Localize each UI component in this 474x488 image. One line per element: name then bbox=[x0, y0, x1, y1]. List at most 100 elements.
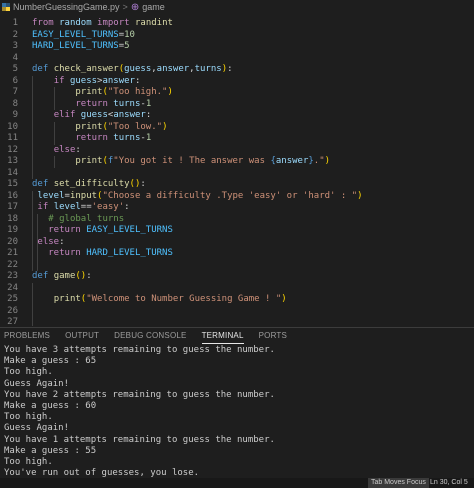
panel-tab-bar: PROBLEMS OUTPUT DEBUG CONSOLE TERMINAL PORTS bbox=[0, 327, 474, 344]
line-number: 19 bbox=[7, 225, 18, 235]
breadcrumb-symbol[interactable]: game bbox=[142, 2, 165, 12]
terminal-line: You have 3 attempts remaining to guess t… bbox=[4, 345, 275, 355]
code-line[interactable]: 21 return HARD_LEVEL_TURNS bbox=[0, 248, 474, 260]
line-number: 22 bbox=[7, 259, 18, 270]
code-text: else: bbox=[53, 144, 81, 155]
code-line[interactable]: 23 def game(): bbox=[0, 271, 474, 283]
breadcrumb: NumberGuessingGame.py > ⊕ game bbox=[0, 0, 474, 14]
line-number: 10 bbox=[7, 121, 18, 132]
line-number: 6 bbox=[12, 75, 18, 86]
tab-terminal[interactable]: TERMINAL bbox=[201, 328, 244, 344]
terminal-line: Guess Again! bbox=[4, 423, 70, 434]
line-number: 7 bbox=[12, 87, 18, 97]
breadcrumb-separator: > bbox=[122, 2, 128, 12]
code-text: print("Too low.") bbox=[75, 121, 168, 132]
status-bar: Tab Moves Focus Ln 30, Col 5 bbox=[0, 478, 474, 488]
line-number: 13 bbox=[7, 156, 18, 166]
terminal-line: Too high. bbox=[4, 367, 53, 378]
indent-guide bbox=[54, 121, 55, 145]
code-line[interactable]: 8 return turns-1 bbox=[0, 99, 474, 111]
code-line[interactable]: 11 return turns-1 bbox=[0, 133, 474, 145]
code-line[interactable]: 2 EASY_LEVEL_TURNS=10 bbox=[0, 30, 474, 42]
line-number: 2 bbox=[12, 29, 18, 40]
terminal-output[interactable]: You have 3 attempts remaining to guess t… bbox=[0, 343, 474, 478]
line-number: 25 bbox=[7, 294, 18, 304]
line-number: 8 bbox=[12, 98, 18, 109]
line-number: 21 bbox=[7, 248, 18, 258]
indent-guide bbox=[32, 75, 33, 179]
tab-output[interactable]: OUTPUT bbox=[65, 328, 99, 343]
code-line[interactable]: 17 if level=='easy': bbox=[0, 202, 474, 214]
code-text: return turns-1 bbox=[75, 133, 152, 143]
code-text: def game(): bbox=[32, 271, 92, 281]
indent-guide bbox=[32, 282, 33, 326]
code-text: EASY_LEVEL_TURNS=10 bbox=[32, 29, 135, 40]
code-text: HARD_LEVEL_TURNS=5 bbox=[32, 41, 130, 51]
line-number: 17 bbox=[7, 202, 18, 212]
code-line[interactable]: 1 from random import randint bbox=[0, 18, 474, 30]
code-text: def check_answer(guess,answer,turns): bbox=[32, 64, 233, 74]
tab-problems[interactable]: PROBLEMS bbox=[4, 328, 50, 343]
code-line[interactable]: 18 # global turns bbox=[0, 214, 474, 226]
code-text: # global turns bbox=[48, 213, 125, 224]
terminal-line: You have 1 attempts remaining to guess t… bbox=[4, 434, 275, 445]
code-text: elif guess<answer: bbox=[53, 110, 152, 120]
indent-guide bbox=[32, 190, 33, 271]
code-line[interactable]: 25 print("Welcome to Number Guessing Gam… bbox=[0, 294, 474, 306]
code-line[interactable]: 12 else: bbox=[0, 145, 474, 157]
code-line[interactable]: 9 elif guess<answer: bbox=[0, 110, 474, 122]
tab-debug-console[interactable]: DEBUG CONSOLE bbox=[114, 328, 186, 343]
line-number: 3 bbox=[12, 41, 18, 51]
code-editor[interactable]: 1 from random import randint 2 EASY_LEVEL_T… bbox=[0, 14, 474, 326]
code-line[interactable]: 19 return EASY_LEVEL_TURNS bbox=[0, 225, 474, 237]
line-number: 12 bbox=[7, 144, 18, 155]
function-symbol-icon: ⊕ bbox=[130, 1, 140, 13]
tab-moves-focus-indicator[interactable]: Tab Moves Focus bbox=[368, 478, 429, 488]
line-number: 23 bbox=[7, 271, 18, 281]
code-line[interactable]: 7 print("Too high.") bbox=[0, 87, 474, 99]
python-file-icon bbox=[2, 3, 10, 11]
terminal-line: Make a guess : 60 bbox=[4, 401, 97, 411]
code-text: if level=='easy': bbox=[37, 202, 130, 212]
indent-guide bbox=[37, 248, 38, 271]
code-text: if guess>answer: bbox=[53, 75, 141, 86]
cursor-position[interactable]: Ln 30, Col 5 bbox=[430, 478, 468, 488]
indent-guide bbox=[54, 156, 55, 168]
code-line[interactable]: 13 print(f"You got it ! The answer was {… bbox=[0, 156, 474, 168]
code-text: level=input("Choose a difficulty .Type '… bbox=[37, 190, 363, 201]
line-number: 18 bbox=[7, 213, 18, 224]
code-line[interactable]: 3 HARD_LEVEL_TURNS=5 bbox=[0, 41, 474, 53]
terminal-line: Make a guess : 55 bbox=[4, 445, 97, 456]
code-line[interactable]: 5 def check_answer(guess,answer,turns): bbox=[0, 64, 474, 76]
code-line[interactable]: 10 print("Too low.") bbox=[0, 122, 474, 134]
line-number: 16 bbox=[7, 190, 18, 201]
indent-guide bbox=[54, 87, 55, 110]
indent-guide bbox=[37, 213, 38, 248]
code-line[interactable]: 20 else: bbox=[0, 237, 474, 249]
line-number: 26 bbox=[7, 305, 18, 316]
code-line[interactable]: 22 bbox=[0, 260, 474, 272]
tab-ports[interactable]: PORTS bbox=[259, 328, 287, 343]
terminal-line: You have 2 attempts remaining to guess t… bbox=[4, 389, 275, 400]
line-number: 24 bbox=[7, 282, 18, 293]
code-text: return turns-1 bbox=[75, 98, 152, 109]
code-line[interactable]: 6 if guess>answer: bbox=[0, 76, 474, 88]
breadcrumb-file[interactable]: NumberGuessingGame.py bbox=[13, 2, 120, 12]
line-number: 4 bbox=[12, 52, 18, 63]
code-line[interactable]: 15 def set_difficulty(): bbox=[0, 179, 474, 191]
code-line[interactable]: 26 bbox=[0, 306, 474, 318]
code-line[interactable]: 27 bbox=[0, 317, 474, 326]
code-line[interactable]: 4 bbox=[0, 53, 474, 65]
code-line[interactable]: 24 bbox=[0, 283, 474, 295]
code-line[interactable]: 16 level=input("Choose a difficulty .Typ… bbox=[0, 191, 474, 203]
terminal-line: You've run out of guesses, you lose. bbox=[4, 468, 200, 478]
code-line[interactable]: 14 bbox=[0, 168, 474, 180]
line-number: 20 bbox=[7, 236, 18, 247]
code-text: return HARD_LEVEL_TURNS bbox=[48, 248, 173, 258]
line-number: 15 bbox=[7, 179, 18, 189]
code-text: return EASY_LEVEL_TURNS bbox=[48, 225, 173, 235]
line-number: 1 bbox=[12, 18, 18, 28]
line-number: 11 bbox=[7, 133, 18, 143]
code-text: print("Welcome to Number Guessing Game !… bbox=[53, 294, 287, 304]
code-text: from random import randint bbox=[32, 18, 173, 28]
